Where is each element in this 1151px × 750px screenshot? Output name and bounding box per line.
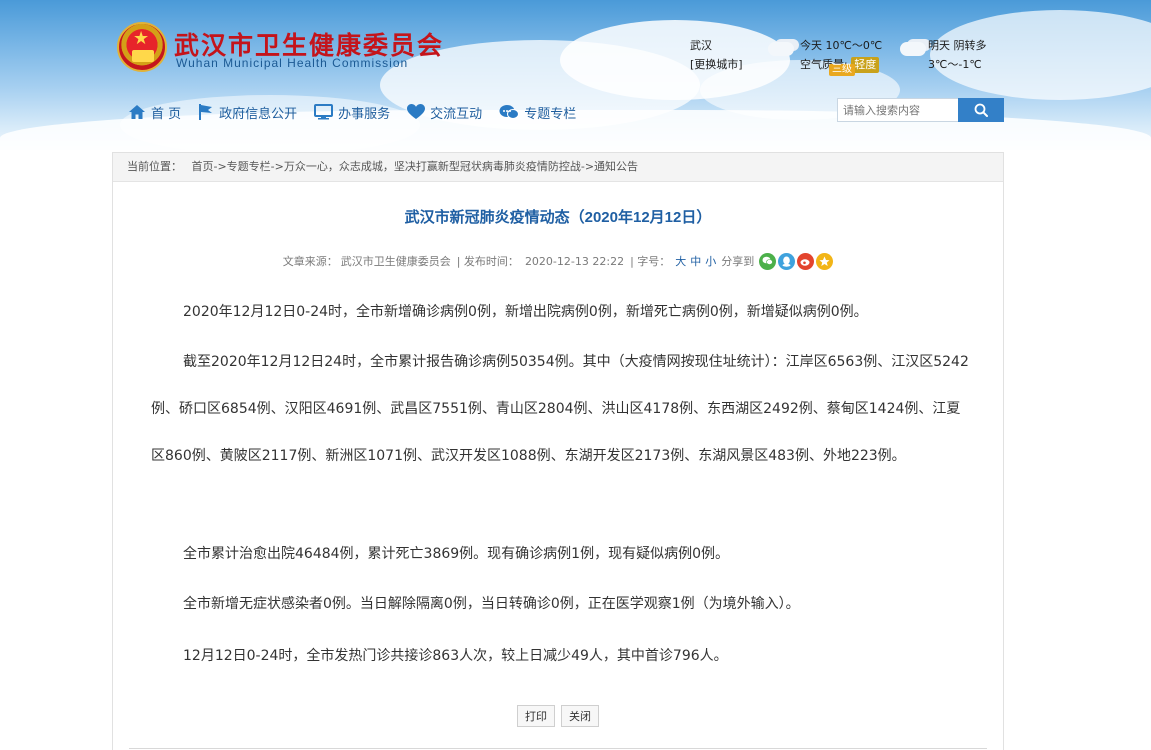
article-actions: 打印 关闭: [113, 705, 1003, 727]
site-header: ★ 武汉市卫生健康委员会 Wuhan Municipal Health Comm…: [0, 0, 1151, 150]
nav-label: 政府信息公开: [219, 106, 298, 122]
main-nav: 首 页 政府信息公开 办事服务 交流互动 专题专栏: [128, 102, 593, 122]
article-container: 当前位置： 首页->专题专栏->万众一心，众志成城，坚决打赢新型冠状病毒肺炎疫情…: [112, 152, 1004, 750]
nav-item-special-topics[interactable]: 专题专栏: [499, 102, 576, 122]
nav-label: 交流互动: [430, 106, 483, 122]
cloud-weather-icon: [768, 42, 794, 56]
air-quality-badge: 轻度: [851, 57, 880, 73]
wechat-share-icon[interactable]: [759, 252, 777, 270]
national-emblem-logo[interactable]: ★: [117, 22, 167, 72]
chat-icon: [499, 104, 520, 119]
qq-share-icon[interactable]: [778, 252, 796, 270]
breadcrumb-path[interactable]: 首页->专题专栏->万众一心，众志成城，坚决打赢新型冠状病毒肺炎疫情防控战->通…: [192, 160, 639, 173]
close-button[interactable]: 关闭: [561, 705, 599, 727]
weather-city: 武汉 [更换城市]: [690, 36, 743, 74]
search-input[interactable]: [837, 98, 958, 122]
today-label: 今天: [800, 39, 822, 52]
search-box: [837, 98, 1004, 122]
nav-item-services[interactable]: 办事服务: [314, 102, 390, 122]
publish-time: 2020-12-13 22:22: [524, 254, 625, 268]
weather-tomorrow: 明天 阴转多 3℃～-1℃: [928, 36, 987, 74]
breadcrumb: 当前位置： 首页->专题专栏->万众一心，众志成城，坚决打赢新型冠状病毒肺炎疫情…: [113, 153, 1003, 182]
air-quality-level: 三级: [829, 64, 855, 76]
tomorrow-label: 明天: [928, 39, 950, 52]
source-label: 文章来源：: [282, 255, 338, 268]
search-button[interactable]: [958, 98, 1004, 122]
nav-item-interaction[interactable]: 交流互动: [407, 102, 482, 122]
nav-item-government-info[interactable]: 政府信息公开: [198, 102, 297, 122]
today-temperature: 10℃～0℃: [825, 39, 883, 52]
star-icon: ★: [133, 28, 150, 49]
article-paragraph: 12月12日0-24时，全市发热门诊共接诊863人次，较上日减少49人，其中首诊…: [183, 648, 728, 664]
tomorrow-condition: 阴转多: [953, 39, 987, 52]
article-source: 武汉市卫生健康委员会: [340, 255, 451, 268]
site-subtitle: Wuhan Municipal Health Commission: [176, 56, 409, 70]
article-paragraph: 2020年12月12日0-24时，全市新增确诊病例0例，新增出院病例0例，新增死…: [183, 304, 868, 320]
publish-label: | 发布时间：: [456, 255, 519, 268]
font-size-label: | 字号：: [630, 255, 671, 268]
breadcrumb-label: 当前位置：: [127, 160, 182, 173]
share-label: 分享到: [721, 255, 755, 268]
change-city-link[interactable]: [更换城市]: [690, 55, 743, 74]
nav-label: 专题专栏: [524, 106, 577, 122]
qzone-share-icon[interactable]: [816, 252, 834, 270]
tomorrow-temperature: 3℃～-1℃: [928, 58, 982, 71]
article-paragraph: 全市新增无症状感染者0例。当日解除隔离0例，当日转确诊0例，正在医学观察1例（为…: [183, 596, 800, 612]
font-size-medium[interactable]: 中: [690, 253, 701, 269]
divider: [129, 748, 987, 749]
search-icon: [974, 103, 988, 117]
nav-label: 办事服务: [338, 106, 391, 122]
font-size-large[interactable]: 大: [675, 253, 686, 269]
article-title: 武汉市新冠肺炎疫情动态（2020年12月12日）: [404, 209, 712, 226]
weibo-share-icon[interactable]: [797, 252, 815, 270]
print-button[interactable]: 打印: [517, 705, 555, 727]
city-name: 武汉: [690, 39, 712, 52]
cloud-weather-icon: [900, 42, 926, 56]
article-meta: 文章来源： 武汉市卫生健康委员会 | 发布时间： 2020-12-13 22:2…: [113, 251, 1003, 271]
gate-icon: [132, 50, 154, 62]
font-size-small[interactable]: 小: [705, 253, 716, 269]
article-paragraph: 截至2020年12月12日24时，全市累计报告确诊病例50354例。其中（大疫情…: [151, 354, 969, 464]
home-icon: [129, 105, 145, 119]
heart-icon: [407, 104, 426, 119]
article-paragraph: 全市累计治愈出院46484例，累计死亡3869例。现有确诊病例1例，现有疑似病例…: [183, 546, 729, 562]
nav-item-home[interactable]: 首 页: [128, 102, 181, 122]
nav-label: 首 页: [151, 106, 182, 122]
monitor-icon: [314, 104, 334, 120]
flag-icon: [199, 104, 213, 120]
